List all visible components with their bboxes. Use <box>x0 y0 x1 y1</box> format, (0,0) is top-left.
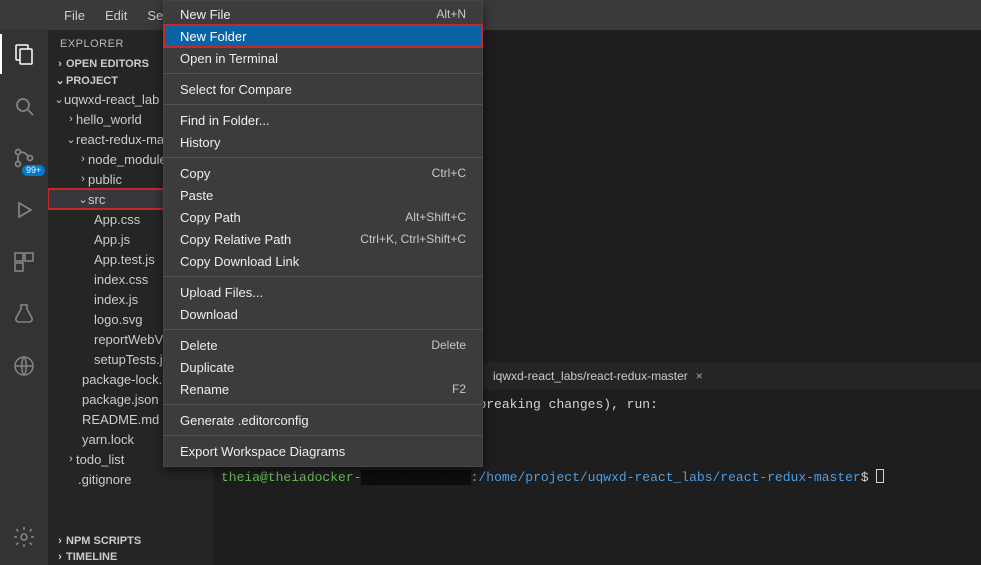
context-menu-item[interactable]: Copy Ctrl+C <box>164 162 482 184</box>
project-label: PROJECT <box>66 75 118 87</box>
context-menu-label: New File <box>180 7 231 22</box>
context-menu-label: Rename <box>180 382 229 397</box>
activity-bar: 99+ <box>0 30 48 565</box>
context-menu-shortcut: Ctrl+C <box>432 166 466 180</box>
context-menu-label: Copy Download Link <box>180 254 299 269</box>
context-menu-label: Find in Folder... <box>180 113 270 128</box>
context-menu-label: Download <box>180 307 238 322</box>
context-menu-item[interactable]: Paste <box>164 184 482 206</box>
timeline-label: TIMELINE <box>66 551 117 563</box>
context-menu-item[interactable]: Copy Download Link <box>164 250 482 272</box>
main-layout: 99+ EXPLORER › OPEN EDITORS ⌄ PROJECT <box>0 30 981 565</box>
testing-icon[interactable] <box>0 294 48 334</box>
context-menu-label: Copy Relative Path <box>180 232 291 247</box>
source-control-icon[interactable]: 99+ <box>0 138 48 178</box>
context-menu-separator <box>164 276 482 277</box>
context-menu: New File Alt+N New Folder Open in Terminal S… <box>163 0 483 467</box>
context-menu-label: New Folder <box>180 29 246 44</box>
context-menu-label: Export Workspace Diagrams <box>180 444 345 459</box>
npm-scripts-section[interactable]: › NPM SCRIPTS <box>48 533 213 549</box>
context-menu-label: Upload Files... <box>180 285 263 300</box>
context-menu-shortcut: F2 <box>452 382 466 396</box>
open-editors-label: OPEN EDITORS <box>66 58 149 70</box>
context-menu-item[interactable]: New Folder <box>164 25 482 47</box>
context-menu-label: Select for Compare <box>180 82 292 97</box>
npm-scripts-label: NPM SCRIPTS <box>66 535 141 547</box>
chevron-right-icon: › <box>54 535 66 547</box>
context-menu-label: Duplicate <box>180 360 234 375</box>
context-menu-item[interactable]: Delete Delete <box>164 334 482 356</box>
menu-file[interactable]: File <box>56 4 93 27</box>
terminal-cursor <box>876 469 884 483</box>
chevron-down-icon: ⌄ <box>54 74 66 87</box>
terminal-tab-title[interactable]: iqwxd-react_labs/react-redux-master <box>493 369 688 383</box>
menu-edit[interactable]: Edit <box>97 4 135 27</box>
context-menu-separator <box>164 404 482 405</box>
context-menu-separator <box>164 157 482 158</box>
context-menu-shortcut: Ctrl+K, Ctrl+Shift+C <box>360 232 466 246</box>
debug-icon[interactable] <box>0 190 48 230</box>
context-menu-separator <box>164 329 482 330</box>
context-menu-item[interactable]: Duplicate <box>164 356 482 378</box>
context-menu-item[interactable]: Rename F2 <box>164 378 482 400</box>
context-menu-shortcut: Alt+Shift+C <box>405 210 466 224</box>
context-menu-label: Open in Terminal <box>180 51 278 66</box>
context-menu-label: Delete <box>180 338 218 353</box>
context-menu-label: History <box>180 135 220 150</box>
context-menu-item[interactable]: New File Alt+N <box>164 3 482 25</box>
context-menu-item[interactable]: Generate .editorconfig <box>164 409 482 431</box>
scm-badge: 99+ <box>22 165 45 176</box>
terminal-prompt-dollar: $ <box>861 470 869 485</box>
context-menu-item[interactable]: Find in Folder... <box>164 109 482 131</box>
context-menu-item[interactable]: Open in Terminal <box>164 47 482 69</box>
explorer-icon[interactable] <box>0 34 48 74</box>
chevron-right-icon: › <box>54 551 66 563</box>
chevron-right-icon: › <box>54 58 66 70</box>
search-icon[interactable] <box>0 86 48 126</box>
close-icon[interactable]: × <box>696 369 703 383</box>
context-menu-shortcut: Delete <box>431 338 466 352</box>
context-menu-label: Paste <box>180 188 213 203</box>
settings-gear-icon[interactable] <box>0 517 48 557</box>
context-menu-separator <box>164 104 482 105</box>
globe-icon[interactable] <box>0 346 48 386</box>
context-menu-item[interactable]: Download <box>164 303 482 325</box>
context-menu-label: Copy Path <box>180 210 241 225</box>
context-menu-item[interactable]: History <box>164 131 482 153</box>
timeline-section[interactable]: › TIMELINE <box>48 549 213 565</box>
tree-file-gitignore[interactable]: .gitignore <box>48 469 213 489</box>
terminal-prompt-user: theia@theiadocker- <box>221 470 361 485</box>
context-menu-item[interactable]: Export Workspace Diagrams <box>164 440 482 462</box>
context-menu-item[interactable]: Copy Path Alt+Shift+C <box>164 206 482 228</box>
terminal-prompt-path: /home/project/uqwxd-react_labs/react-red… <box>478 470 860 485</box>
context-menu-item[interactable]: Select for Compare <box>164 78 482 100</box>
context-menu-item[interactable]: Copy Relative Path Ctrl+K, Ctrl+Shift+C <box>164 228 482 250</box>
top-menubar: File Edit Selec <box>0 0 981 30</box>
context-menu-shortcut: Alt+N <box>436 7 466 21</box>
context-menu-separator <box>164 435 482 436</box>
context-menu-separator <box>164 73 482 74</box>
context-menu-item[interactable]: Upload Files... <box>164 281 482 303</box>
extensions-icon[interactable] <box>0 242 48 282</box>
context-menu-label: Generate .editorconfig <box>180 413 309 428</box>
context-menu-label: Copy <box>180 166 210 181</box>
